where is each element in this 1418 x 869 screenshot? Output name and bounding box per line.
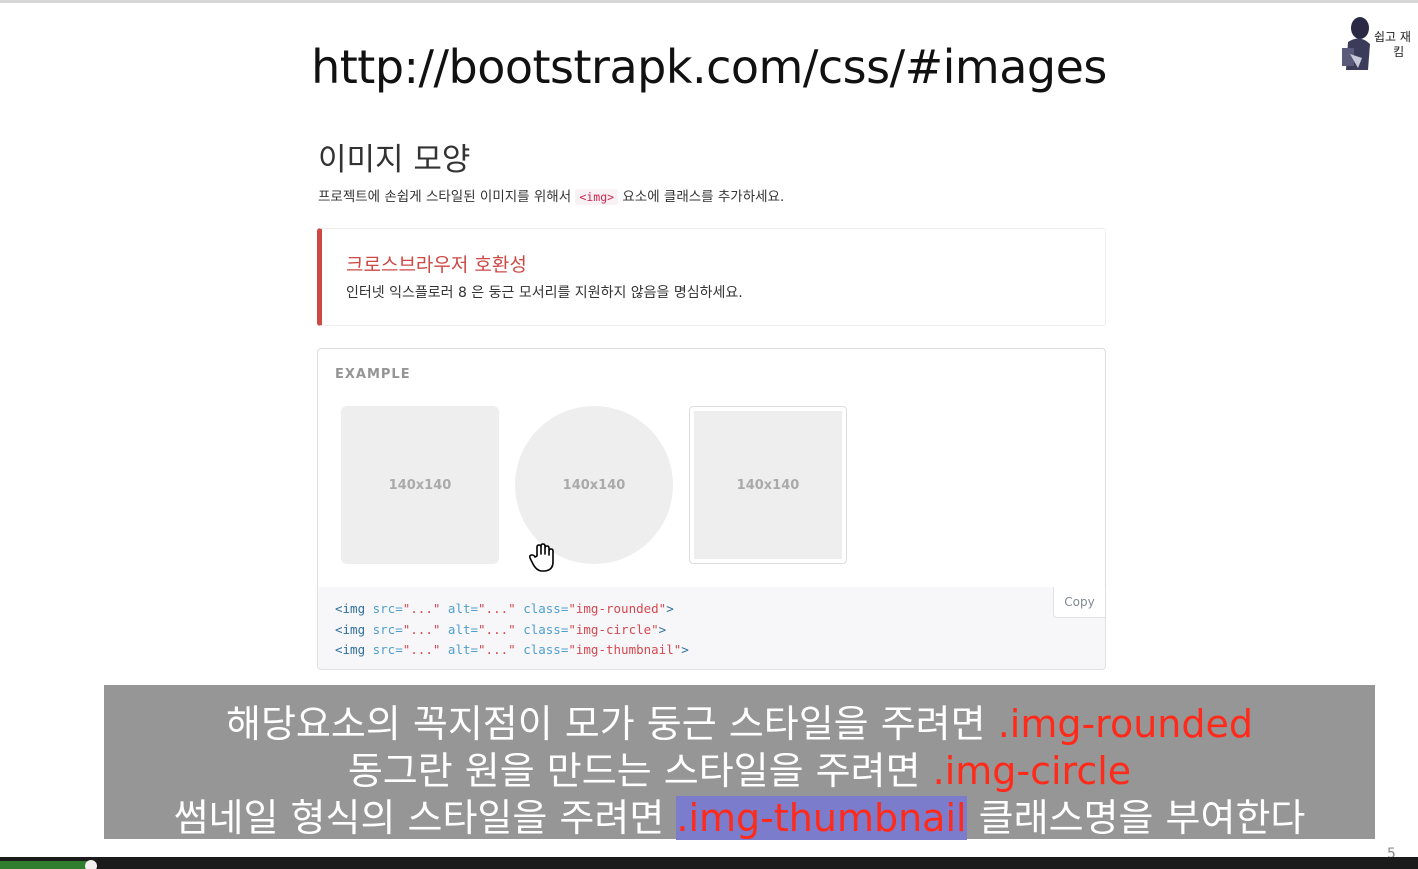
caption-tail: 클래스명을 부여한다 [966, 796, 1306, 840]
code-lines: <img src="..." alt="..." class="img-roun… [335, 599, 689, 661]
placeholder-circle: 140x140 [515, 406, 673, 564]
caption-text: 썸네일 형식의 스타일을 주려면 [173, 796, 677, 840]
callout-warning: 크로스브라우저 호환성 인터넷 익스플로러 8 은 둥근 모서리를 지원하지 않… [317, 228, 1106, 326]
logo-text: 쉽고 재 킴 [1374, 30, 1411, 59]
caption-class-thumbnail: .img-thumbnail [676, 796, 967, 840]
example-label: EXAMPLE [335, 367, 411, 382]
placeholder-thumbnail: 140x140 [689, 406, 847, 564]
example-panel: EXAMPLE 140x140 140x140 140x140 [317, 348, 1106, 588]
callout-title: 크로스브라우저 호환성 [346, 254, 527, 276]
code-line: <img src="..." alt="..." class="img-circ… [335, 621, 667, 637]
hand-cursor-icon [528, 543, 554, 572]
caption-line-3: 썸네일 형식의 스타일을 주려면 .img-thumbnail 클래스명을 부여… [104, 787, 1375, 842]
lead-after: 요소에 클래스를 추가하세요. [618, 189, 785, 205]
placeholder-rounded: 140x140 [341, 406, 499, 564]
progress-fill [0, 861, 92, 869]
lead-before: 프로젝트에 손쉽게 스타일된 이미지를 위해서 [318, 189, 576, 205]
caption-box: 해당요소의 꼭지점이 모가 둥근 스타일을 주려면 .img-rounded 동… [104, 685, 1375, 842]
code-block: <img src="..." alt="..." class="img-roun… [317, 587, 1106, 670]
top-border [0, 0, 1418, 3]
lead-text: 프로젝트에 손쉽게 스타일된 이미지를 위해서 <img> 요소에 클래스를 추… [318, 185, 784, 205]
callout-text: 인터넷 익스플로러 8 은 둥근 모서리를 지원하지 않음을 명심하세요. [346, 285, 743, 301]
slide-title: http://bootstrapk.com/css/#images [311, 40, 1107, 94]
placeholder-thumbnail-inner: 140x140 [694, 411, 842, 559]
page-heading: 이미지 모양 [318, 142, 471, 178]
lead-code: <img> [575, 189, 619, 205]
code-line: <img src="..." alt="..." class="img-thum… [335, 642, 689, 657]
copy-button[interactable]: Copy [1053, 587, 1105, 618]
code-line: <img src="..." alt="..." class="img-roun… [335, 601, 674, 616]
player-bar [0, 857, 1418, 869]
progress-knob[interactable] [85, 860, 97, 869]
